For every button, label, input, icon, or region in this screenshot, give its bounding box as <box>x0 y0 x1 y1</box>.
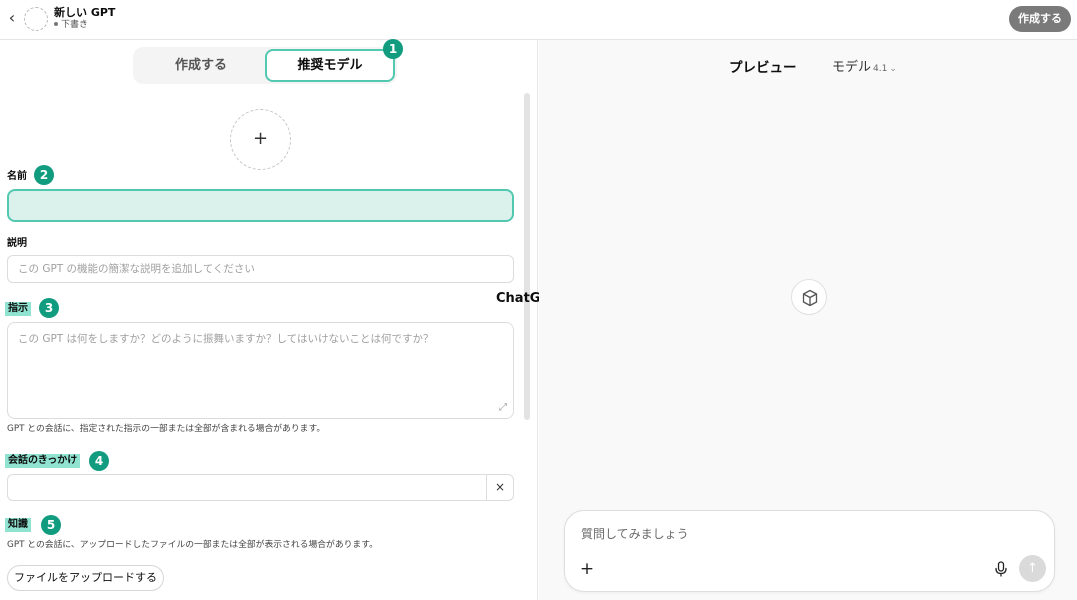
configure-pane: 作成する 推奨モデル 1 + 名前 2 説明 指示 3 ⤢ GPT との会話に、… <box>0 39 538 600</box>
scrollbar[interactable] <box>524 93 530 420</box>
image-upload-plus-icon[interactable]: + <box>230 109 291 170</box>
model-version: 4.1 <box>873 64 888 74</box>
step-badge-3: 3 <box>39 298 59 318</box>
tab-recommended-model[interactable]: 推奨モデル <box>265 49 395 82</box>
gpt-title: 新しい GPT <box>54 6 116 19</box>
chevron-left-icon[interactable]: ‹ <box>4 8 20 28</box>
instructions-textarea[interactable] <box>7 322 514 419</box>
upload-files-button[interactable]: ファイルをアップロードする <box>7 565 164 591</box>
preview-pane: プレビュー モデル4.1⌄ + ↑ <box>539 40 1077 600</box>
step-badge-5: 5 <box>41 515 61 535</box>
top-bar: ‹ 新しい GPT 下書き 作成する <box>0 0 1077 40</box>
tab-create[interactable]: 作成する <box>137 49 265 82</box>
knowledge-help-text: GPT との会話に、アップロードしたファイルの一部または全部が表示される場合があ… <box>7 540 378 550</box>
model-label: モデル <box>832 60 872 75</box>
description-label: 説明 <box>7 238 27 249</box>
send-button[interactable]: ↑ <box>1019 555 1046 582</box>
chevron-down-icon: ⌄ <box>889 64 897 74</box>
status-dot-icon <box>54 21 58 26</box>
step-badge-4: 4 <box>89 451 109 471</box>
step-badge-1: 1 <box>383 39 403 59</box>
name-label: 名前 <box>7 171 27 182</box>
microphone-icon[interactable] <box>993 560 1009 578</box>
model-selector[interactable]: モデル 4.1 ⌄ <box>832 59 897 78</box>
cube-icon <box>791 279 827 315</box>
step-badge-2: 2 <box>34 165 54 185</box>
status-text: 下書き <box>61 20 89 30</box>
description-input[interactable] <box>7 255 514 283</box>
microphone-icon-svg <box>995 561 1007 577</box>
message-composer: + ↑ <box>564 510 1055 592</box>
cube-icon-svg <box>802 289 818 307</box>
conversation-starter-row: × <box>7 474 514 501</box>
name-input[interactable] <box>7 189 514 222</box>
preview-title: プレビュー <box>729 60 797 76</box>
conversation-starter-input[interactable] <box>8 475 488 500</box>
instructions-label: 指示 <box>5 302 31 316</box>
conversation-starters-label: 会話のきっかけ <box>5 454 81 468</box>
knowledge-label: 知識 <box>5 518 31 532</box>
create-button[interactable]: 作成する <box>1009 6 1071 32</box>
gpt-status: 下書き <box>54 20 88 31</box>
plus-icon[interactable]: + <box>579 559 595 579</box>
gpt-avatar <box>24 7 48 31</box>
message-input[interactable] <box>581 524 1021 544</box>
instructions-help-text: GPT との会話に、指定された指示の一部または全部が含まれる場合があります。 <box>7 424 326 434</box>
mode-tabs: 作成する 推奨モデル <box>133 47 397 84</box>
expand-icon[interactable]: ⤢ <box>497 402 509 414</box>
close-icon[interactable]: × <box>486 475 513 500</box>
